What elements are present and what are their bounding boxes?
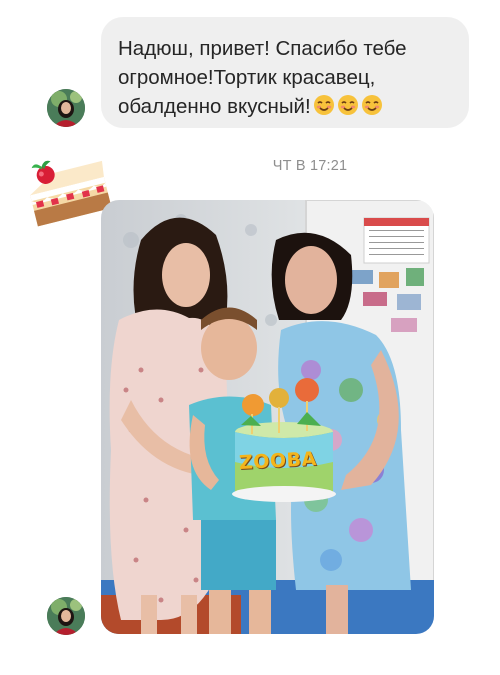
smiling-face-icon xyxy=(361,94,383,116)
message-bubble[interactable]: Надюш, привет! Спасибо тебе огромное!Тор… xyxy=(101,17,469,128)
chat-thread: Надюш, привет! Спасибо тебе огромное!Тор… xyxy=(0,0,500,675)
message-timestamp: ЧТ В 17:21 xyxy=(272,158,348,174)
shared-photo[interactable]: ZOOBA xyxy=(101,200,434,634)
smiling-face-icon xyxy=(337,94,359,116)
message-line-2: огромное!Тортик красавец, xyxy=(118,66,376,89)
cake-brand-text: ZOOBA xyxy=(238,447,318,475)
message-line-1: Надюш, привет! Спасибо тебе xyxy=(118,37,407,60)
message-line-3-text: обалденно вкусный! xyxy=(118,95,311,118)
sender-avatar[interactable] xyxy=(47,89,85,127)
sender-avatar[interactable] xyxy=(47,597,85,635)
smiling-face-icon xyxy=(313,94,335,116)
message-line-3: обалденно вкусный! xyxy=(118,92,455,121)
